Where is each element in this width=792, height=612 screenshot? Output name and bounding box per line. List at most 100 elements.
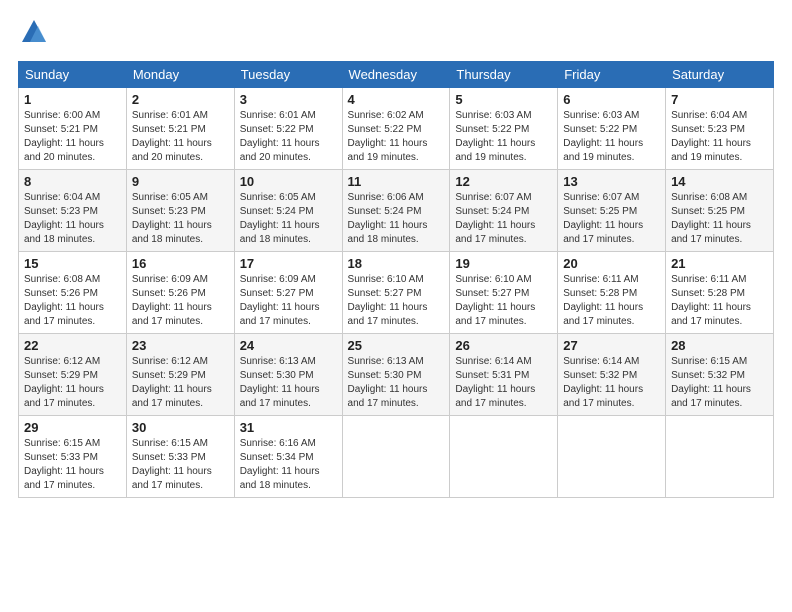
calendar-cell: 31 Sunrise: 6:16 AMSunset: 5:34 PMDaylig… (234, 416, 342, 498)
calendar-cell: 19 Sunrise: 6:10 AMSunset: 5:27 PMDaylig… (450, 252, 558, 334)
day-info: Sunrise: 6:03 AMSunset: 5:22 PMDaylight:… (563, 110, 643, 163)
day-info: Sunrise: 6:07 AMSunset: 5:24 PMDaylight:… (455, 192, 535, 245)
day-info: Sunrise: 6:01 AMSunset: 5:22 PMDaylight:… (240, 110, 320, 163)
weekday-header-friday: Friday (558, 62, 666, 88)
day-number: 9 (132, 174, 229, 189)
calendar-cell (666, 416, 774, 498)
day-info: Sunrise: 6:11 AMSunset: 5:28 PMDaylight:… (671, 274, 751, 327)
day-number: 12 (455, 174, 552, 189)
day-info: Sunrise: 6:07 AMSunset: 5:25 PMDaylight:… (563, 192, 643, 245)
day-number: 10 (240, 174, 337, 189)
day-info: Sunrise: 6:11 AMSunset: 5:28 PMDaylight:… (563, 274, 643, 327)
calendar-cell: 13 Sunrise: 6:07 AMSunset: 5:25 PMDaylig… (558, 170, 666, 252)
calendar-cell: 23 Sunrise: 6:12 AMSunset: 5:29 PMDaylig… (126, 334, 234, 416)
calendar-cell (450, 416, 558, 498)
day-info: Sunrise: 6:15 AMSunset: 5:33 PMDaylight:… (132, 438, 212, 491)
day-number: 1 (24, 92, 121, 107)
day-info: Sunrise: 6:13 AMSunset: 5:30 PMDaylight:… (348, 356, 428, 409)
calendar-cell: 6 Sunrise: 6:03 AMSunset: 5:22 PMDayligh… (558, 88, 666, 170)
calendar-cell: 2 Sunrise: 6:01 AMSunset: 5:21 PMDayligh… (126, 88, 234, 170)
day-info: Sunrise: 6:14 AMSunset: 5:32 PMDaylight:… (563, 356, 643, 409)
calendar-cell: 11 Sunrise: 6:06 AMSunset: 5:24 PMDaylig… (342, 170, 450, 252)
calendar-cell: 26 Sunrise: 6:14 AMSunset: 5:31 PMDaylig… (450, 334, 558, 416)
weekday-header-sunday: Sunday (19, 62, 127, 88)
calendar-cell (558, 416, 666, 498)
day-number: 28 (671, 338, 768, 353)
day-info: Sunrise: 6:10 AMSunset: 5:27 PMDaylight:… (348, 274, 428, 327)
calendar-cell: 14 Sunrise: 6:08 AMSunset: 5:25 PMDaylig… (666, 170, 774, 252)
day-number: 24 (240, 338, 337, 353)
calendar-week-2: 8 Sunrise: 6:04 AMSunset: 5:23 PMDayligh… (19, 170, 774, 252)
day-number: 11 (348, 174, 445, 189)
day-info: Sunrise: 6:08 AMSunset: 5:25 PMDaylight:… (671, 192, 751, 245)
day-info: Sunrise: 6:13 AMSunset: 5:30 PMDaylight:… (240, 356, 320, 409)
day-number: 21 (671, 256, 768, 271)
calendar-cell: 1 Sunrise: 6:00 AMSunset: 5:21 PMDayligh… (19, 88, 127, 170)
day-info: Sunrise: 6:09 AMSunset: 5:26 PMDaylight:… (132, 274, 212, 327)
day-number: 17 (240, 256, 337, 271)
page: SundayMondayTuesdayWednesdayThursdayFrid… (0, 0, 792, 508)
calendar-cell: 25 Sunrise: 6:13 AMSunset: 5:30 PMDaylig… (342, 334, 450, 416)
day-number: 3 (240, 92, 337, 107)
calendar-cell: 7 Sunrise: 6:04 AMSunset: 5:23 PMDayligh… (666, 88, 774, 170)
day-info: Sunrise: 6:15 AMSunset: 5:32 PMDaylight:… (671, 356, 751, 409)
day-number: 2 (132, 92, 229, 107)
day-info: Sunrise: 6:09 AMSunset: 5:27 PMDaylight:… (240, 274, 320, 327)
weekday-header-tuesday: Tuesday (234, 62, 342, 88)
calendar-cell (342, 416, 450, 498)
day-info: Sunrise: 6:15 AMSunset: 5:33 PMDaylight:… (24, 438, 104, 491)
calendar-cell: 24 Sunrise: 6:13 AMSunset: 5:30 PMDaylig… (234, 334, 342, 416)
day-number: 30 (132, 420, 229, 435)
weekday-header-monday: Monday (126, 62, 234, 88)
calendar-cell: 18 Sunrise: 6:10 AMSunset: 5:27 PMDaylig… (342, 252, 450, 334)
calendar-cell: 4 Sunrise: 6:02 AMSunset: 5:22 PMDayligh… (342, 88, 450, 170)
day-number: 22 (24, 338, 121, 353)
day-number: 4 (348, 92, 445, 107)
day-number: 27 (563, 338, 660, 353)
day-number: 18 (348, 256, 445, 271)
day-info: Sunrise: 6:04 AMSunset: 5:23 PMDaylight:… (671, 110, 751, 163)
calendar: SundayMondayTuesdayWednesdayThursdayFrid… (18, 61, 774, 498)
logo (18, 18, 48, 51)
calendar-week-5: 29 Sunrise: 6:15 AMSunset: 5:33 PMDaylig… (19, 416, 774, 498)
weekday-header-thursday: Thursday (450, 62, 558, 88)
day-number: 29 (24, 420, 121, 435)
calendar-cell: 21 Sunrise: 6:11 AMSunset: 5:28 PMDaylig… (666, 252, 774, 334)
day-number: 19 (455, 256, 552, 271)
calendar-cell: 29 Sunrise: 6:15 AMSunset: 5:33 PMDaylig… (19, 416, 127, 498)
day-info: Sunrise: 6:00 AMSunset: 5:21 PMDaylight:… (24, 110, 104, 163)
calendar-week-4: 22 Sunrise: 6:12 AMSunset: 5:29 PMDaylig… (19, 334, 774, 416)
day-info: Sunrise: 6:14 AMSunset: 5:31 PMDaylight:… (455, 356, 535, 409)
calendar-cell: 15 Sunrise: 6:08 AMSunset: 5:26 PMDaylig… (19, 252, 127, 334)
calendar-cell: 20 Sunrise: 6:11 AMSunset: 5:28 PMDaylig… (558, 252, 666, 334)
day-number: 6 (563, 92, 660, 107)
weekday-header-wednesday: Wednesday (342, 62, 450, 88)
day-info: Sunrise: 6:08 AMSunset: 5:26 PMDaylight:… (24, 274, 104, 327)
day-info: Sunrise: 6:12 AMSunset: 5:29 PMDaylight:… (24, 356, 104, 409)
day-info: Sunrise: 6:03 AMSunset: 5:22 PMDaylight:… (455, 110, 535, 163)
day-info: Sunrise: 6:10 AMSunset: 5:27 PMDaylight:… (455, 274, 535, 327)
calendar-cell: 9 Sunrise: 6:05 AMSunset: 5:23 PMDayligh… (126, 170, 234, 252)
day-number: 14 (671, 174, 768, 189)
calendar-cell: 16 Sunrise: 6:09 AMSunset: 5:26 PMDaylig… (126, 252, 234, 334)
day-number: 15 (24, 256, 121, 271)
day-number: 7 (671, 92, 768, 107)
day-info: Sunrise: 6:01 AMSunset: 5:21 PMDaylight:… (132, 110, 212, 163)
day-info: Sunrise: 6:06 AMSunset: 5:24 PMDaylight:… (348, 192, 428, 245)
day-number: 8 (24, 174, 121, 189)
weekday-header-saturday: Saturday (666, 62, 774, 88)
day-info: Sunrise: 6:04 AMSunset: 5:23 PMDaylight:… (24, 192, 104, 245)
calendar-cell: 27 Sunrise: 6:14 AMSunset: 5:32 PMDaylig… (558, 334, 666, 416)
day-info: Sunrise: 6:05 AMSunset: 5:24 PMDaylight:… (240, 192, 320, 245)
day-info: Sunrise: 6:16 AMSunset: 5:34 PMDaylight:… (240, 438, 320, 491)
calendar-week-1: 1 Sunrise: 6:00 AMSunset: 5:21 PMDayligh… (19, 88, 774, 170)
calendar-cell: 8 Sunrise: 6:04 AMSunset: 5:23 PMDayligh… (19, 170, 127, 252)
day-info: Sunrise: 6:05 AMSunset: 5:23 PMDaylight:… (132, 192, 212, 245)
day-info: Sunrise: 6:02 AMSunset: 5:22 PMDaylight:… (348, 110, 428, 163)
day-number: 23 (132, 338, 229, 353)
logo-icon (20, 18, 48, 46)
calendar-cell: 30 Sunrise: 6:15 AMSunset: 5:33 PMDaylig… (126, 416, 234, 498)
calendar-cell: 3 Sunrise: 6:01 AMSunset: 5:22 PMDayligh… (234, 88, 342, 170)
calendar-cell: 28 Sunrise: 6:15 AMSunset: 5:32 PMDaylig… (666, 334, 774, 416)
day-number: 16 (132, 256, 229, 271)
